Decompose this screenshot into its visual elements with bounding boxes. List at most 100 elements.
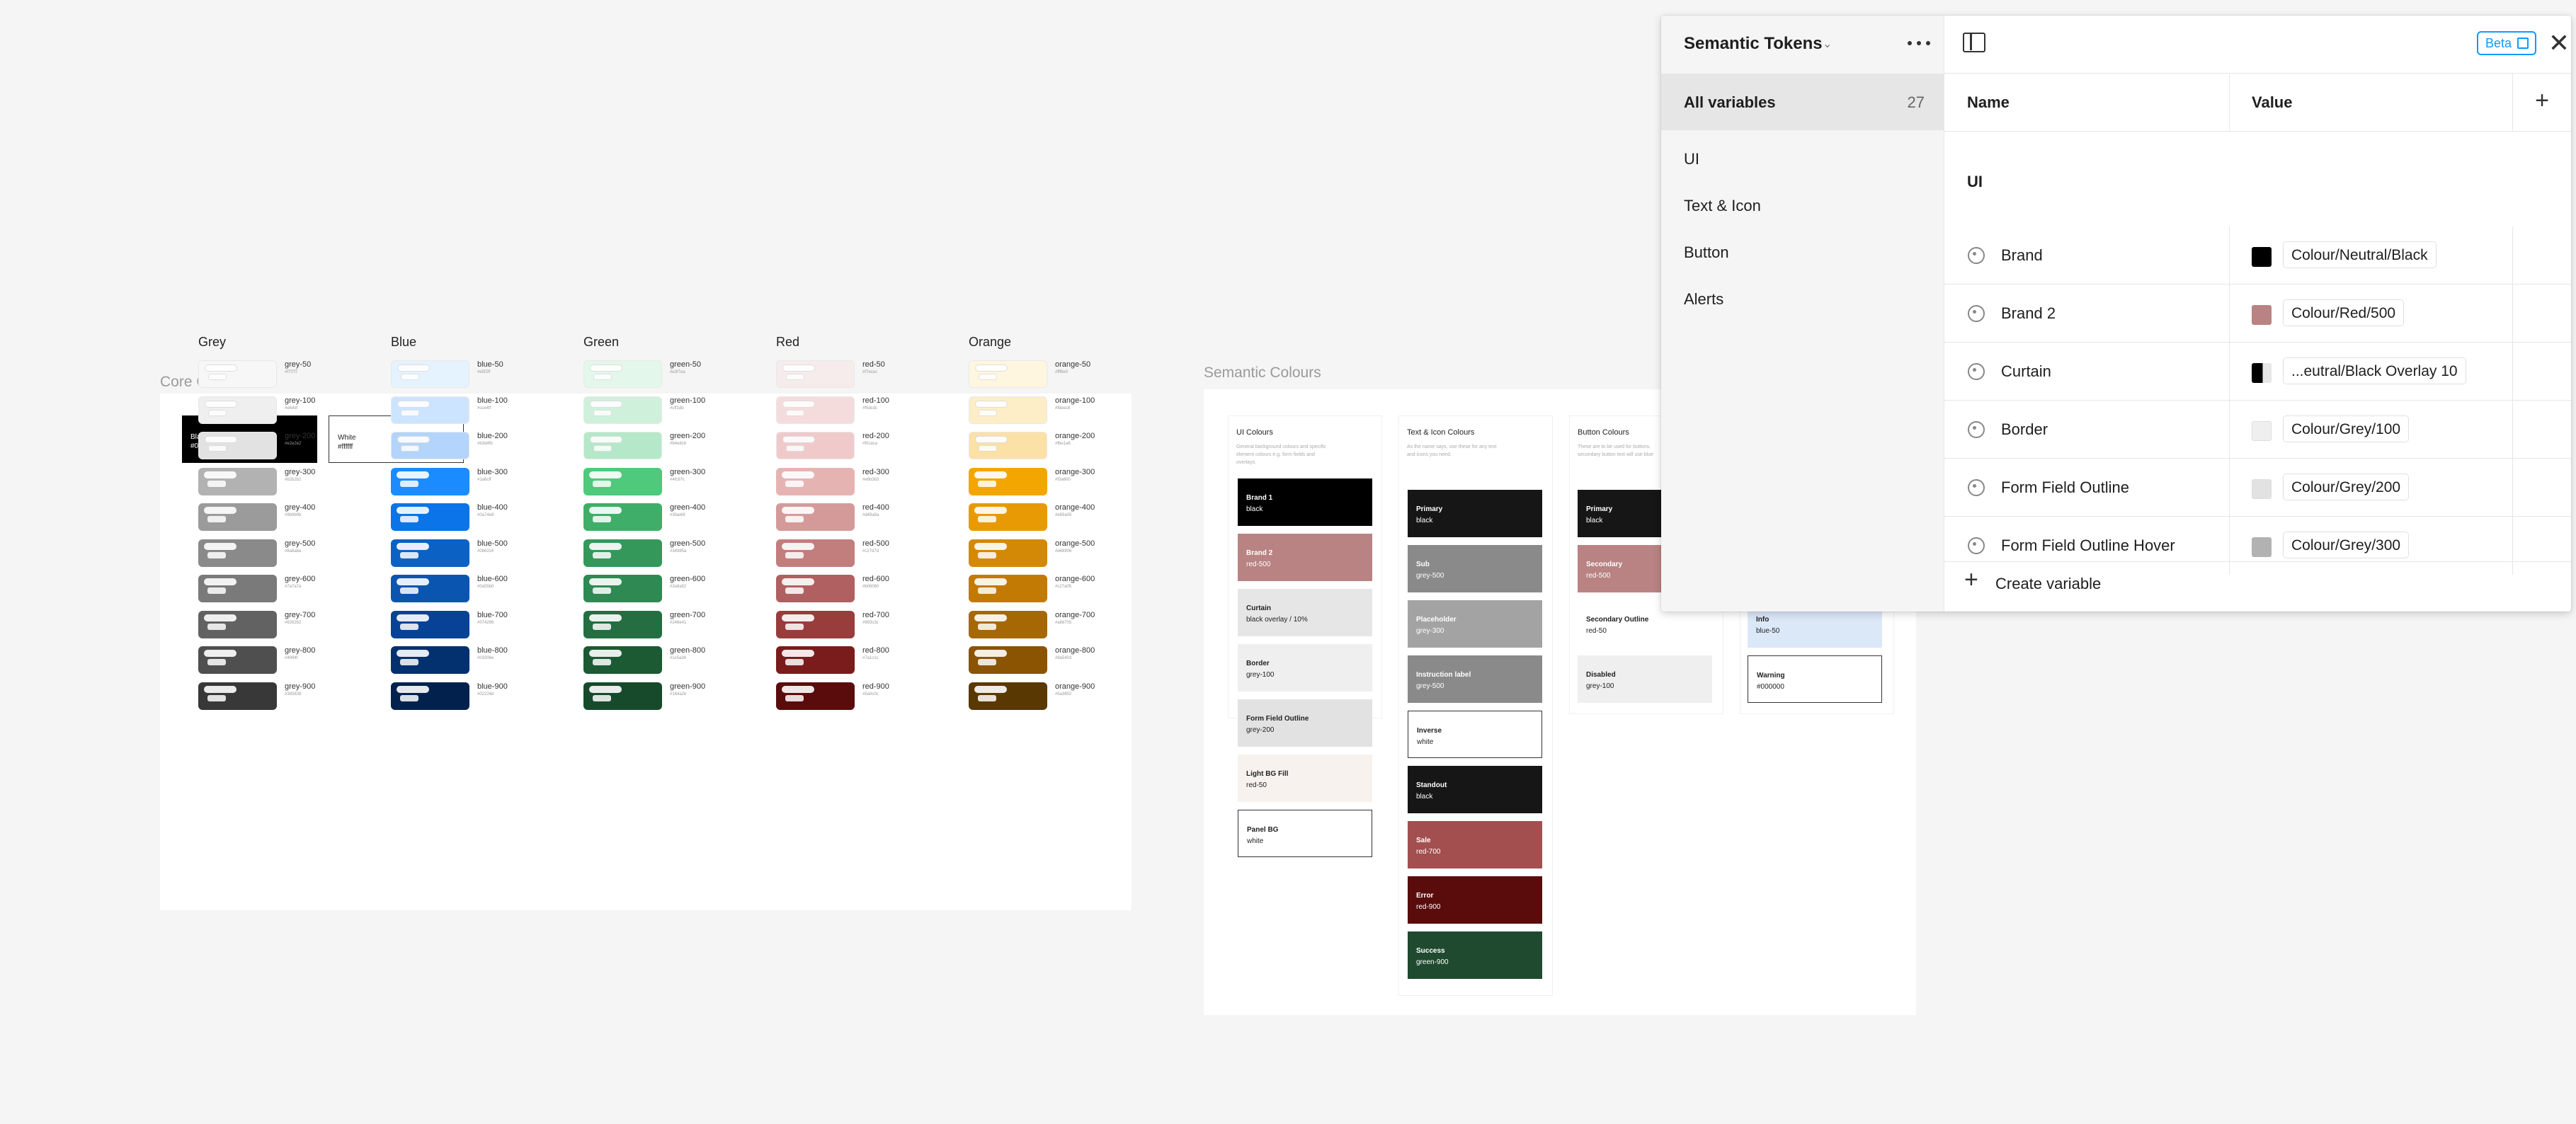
variable-value-alias[interactable]: Colour/Grey/200: [2283, 474, 2410, 500]
color-row[interactable]: red-900 #5a0c0c: [776, 682, 949, 718]
color-row[interactable]: green-500 #34985a: [583, 539, 756, 575]
color-chip[interactable]: [198, 539, 277, 567]
color-chip[interactable]: [969, 646, 1047, 674]
color-chip[interactable]: [391, 503, 469, 531]
color-chip[interactable]: [391, 646, 469, 674]
color-chip[interactable]: [776, 360, 855, 388]
color-chip[interactable]: [198, 575, 277, 602]
color-chip[interactable]: [969, 575, 1047, 602]
color-chip[interactable]: [391, 575, 469, 602]
color-chip[interactable]: [969, 432, 1047, 459]
color-row[interactable]: grey-900 #383838: [198, 682, 371, 718]
semantic-swatch[interactable]: Panel BG white: [1238, 810, 1372, 857]
variable-name[interactable]: Brand: [2001, 246, 2043, 265]
variable-row[interactable]: Form Field Outline Colour/Grey/200: [1944, 459, 2571, 517]
color-row[interactable]: red-800 #7a1c1c: [776, 646, 949, 682]
color-chip[interactable]: [969, 682, 1047, 710]
color-row[interactable]: grey-50 #f7f7f7: [198, 360, 371, 396]
color-row[interactable]: blue-200 #b3d4fb: [391, 432, 564, 468]
color-row[interactable]: red-50 #f7ecec: [776, 360, 949, 396]
color-row[interactable]: red-600 #b06060: [776, 575, 949, 611]
color-chip[interactable]: [776, 539, 855, 567]
variable-name[interactable]: Form Field Outline Hover: [2001, 537, 2175, 555]
color-chip[interactable]: [969, 396, 1047, 424]
color-chip[interactable]: [198, 610, 277, 638]
design-canvas[interactable]: Core Colours Black #000000 White #ffffff…: [0, 0, 2576, 1124]
color-chip[interactable]: [776, 646, 855, 674]
color-chip[interactable]: [776, 610, 855, 638]
beta-badge[interactable]: Beta: [2477, 31, 2536, 55]
color-row[interactable]: blue-400 #0a74e8: [391, 503, 564, 539]
color-row[interactable]: blue-300 #1a8cff: [391, 467, 564, 504]
color-chip[interactable]: [583, 646, 662, 674]
semantic-swatch[interactable]: Brand 2 red-500: [1238, 534, 1372, 581]
color-row[interactable]: red-700 #993c3c: [776, 610, 949, 647]
color-row[interactable]: grey-700 #626262: [198, 610, 371, 647]
color-row[interactable]: blue-600 #0a55b0: [391, 575, 564, 611]
color-row[interactable]: orange-600 #c27a05: [969, 575, 1141, 611]
color-row[interactable]: orange-50 #fff6e0: [969, 360, 1141, 396]
semantic-swatch[interactable]: Placeholder grey-300: [1408, 600, 1542, 648]
semantic-swatch[interactable]: Brand 1 black: [1238, 478, 1372, 526]
color-chip[interactable]: [391, 360, 469, 388]
semantic-swatch[interactable]: Inverse white: [1408, 711, 1542, 758]
color-row[interactable]: red-300 #e6b3b3: [776, 467, 949, 504]
color-row[interactable]: orange-400 #e89a05: [969, 503, 1141, 539]
color-row[interactable]: green-900 #164a2b: [583, 682, 756, 718]
color-chip[interactable]: [583, 610, 662, 638]
color-chip[interactable]: [198, 432, 277, 459]
semantic-swatch[interactable]: Error red-900: [1408, 876, 1542, 924]
more-options-icon[interactable]: [1905, 33, 1933, 52]
color-chip[interactable]: [969, 360, 1047, 388]
color-chip[interactable]: [776, 503, 855, 531]
chevron-down-icon[interactable]: ⌄: [1823, 37, 1832, 51]
color-chip[interactable]: [198, 396, 277, 424]
variable-row[interactable]: Curtain ...eutral/Black Overlay 10: [1944, 343, 2571, 401]
collection-title[interactable]: Semantic Tokens: [1684, 34, 1823, 54]
color-chip[interactable]: [583, 682, 662, 710]
semantic-swatch[interactable]: Curtain black overlay / 10%: [1238, 589, 1372, 636]
color-chip[interactable]: [776, 682, 855, 710]
color-row[interactable]: green-400 #3fae68: [583, 503, 756, 539]
color-chip[interactable]: [198, 646, 277, 674]
variable-value-alias[interactable]: Colour/Neutral/Black: [2283, 241, 2437, 268]
variable-name[interactable]: Border: [2001, 420, 2048, 439]
color-chip[interactable]: [969, 610, 1047, 638]
semantic-swatch[interactable]: Form Field Outline grey-200: [1238, 699, 1372, 747]
semantic-swatch[interactable]: Primary black: [1408, 490, 1542, 537]
create-variable-button[interactable]: + Create variable: [1944, 555, 2571, 612]
color-row[interactable]: blue-500 #0b62c4: [391, 539, 564, 575]
variable-row[interactable]: Brand 2 Colour/Red/500: [1944, 285, 2571, 343]
color-row[interactable]: grey-200 #e2e2e2: [198, 432, 371, 468]
color-row[interactable]: orange-900 #5a3802: [969, 682, 1141, 718]
semantic-swatch[interactable]: Warning #000000: [1748, 655, 1882, 703]
color-row[interactable]: orange-200 #fbe1a6: [969, 432, 1141, 468]
sidebar-item-button[interactable]: Button: [1684, 243, 1729, 262]
color-chip[interactable]: [391, 682, 469, 710]
color-chip[interactable]: [583, 360, 662, 388]
color-chip[interactable]: [583, 396, 662, 424]
color-row[interactable]: red-400 #d49a9a: [776, 503, 949, 539]
semantic-swatch[interactable]: Disabled grey-100: [1578, 655, 1712, 703]
semantic-swatch[interactable]: Instruction label grey-500: [1408, 655, 1542, 703]
color-chip[interactable]: [776, 432, 855, 459]
semantic-swatch[interactable]: Sub grey-500: [1408, 545, 1542, 592]
sidebar-item-text-icon[interactable]: Text & Icon: [1684, 197, 1761, 215]
color-chip[interactable]: [969, 503, 1047, 531]
variable-value-alias[interactable]: Colour/Red/500: [2283, 299, 2405, 326]
color-row[interactable]: green-600 #2e8a52: [583, 575, 756, 611]
semantic-colours-frame-label[interactable]: Semantic Colours: [1204, 365, 1321, 382]
color-chip[interactable]: [969, 467, 1047, 495]
semantic-swatch[interactable]: Standout black: [1408, 766, 1542, 813]
color-chip[interactable]: [583, 467, 662, 495]
color-row[interactable]: green-200 #b4e8c8: [583, 432, 756, 468]
sidebar-item-ui[interactable]: UI: [1684, 150, 1699, 168]
color-row[interactable]: orange-100 #fdeec8: [969, 396, 1141, 432]
variable-name[interactable]: Form Field Outline: [2001, 478, 2129, 497]
semantic-swatch[interactable]: Border grey-100: [1238, 644, 1372, 692]
color-chip[interactable]: [391, 432, 469, 459]
color-chip[interactable]: [583, 575, 662, 602]
color-row[interactable]: blue-700 #074296: [391, 610, 564, 647]
color-row[interactable]: green-300 #4fc97c: [583, 467, 756, 504]
color-row[interactable]: blue-800 #03306e: [391, 646, 564, 682]
